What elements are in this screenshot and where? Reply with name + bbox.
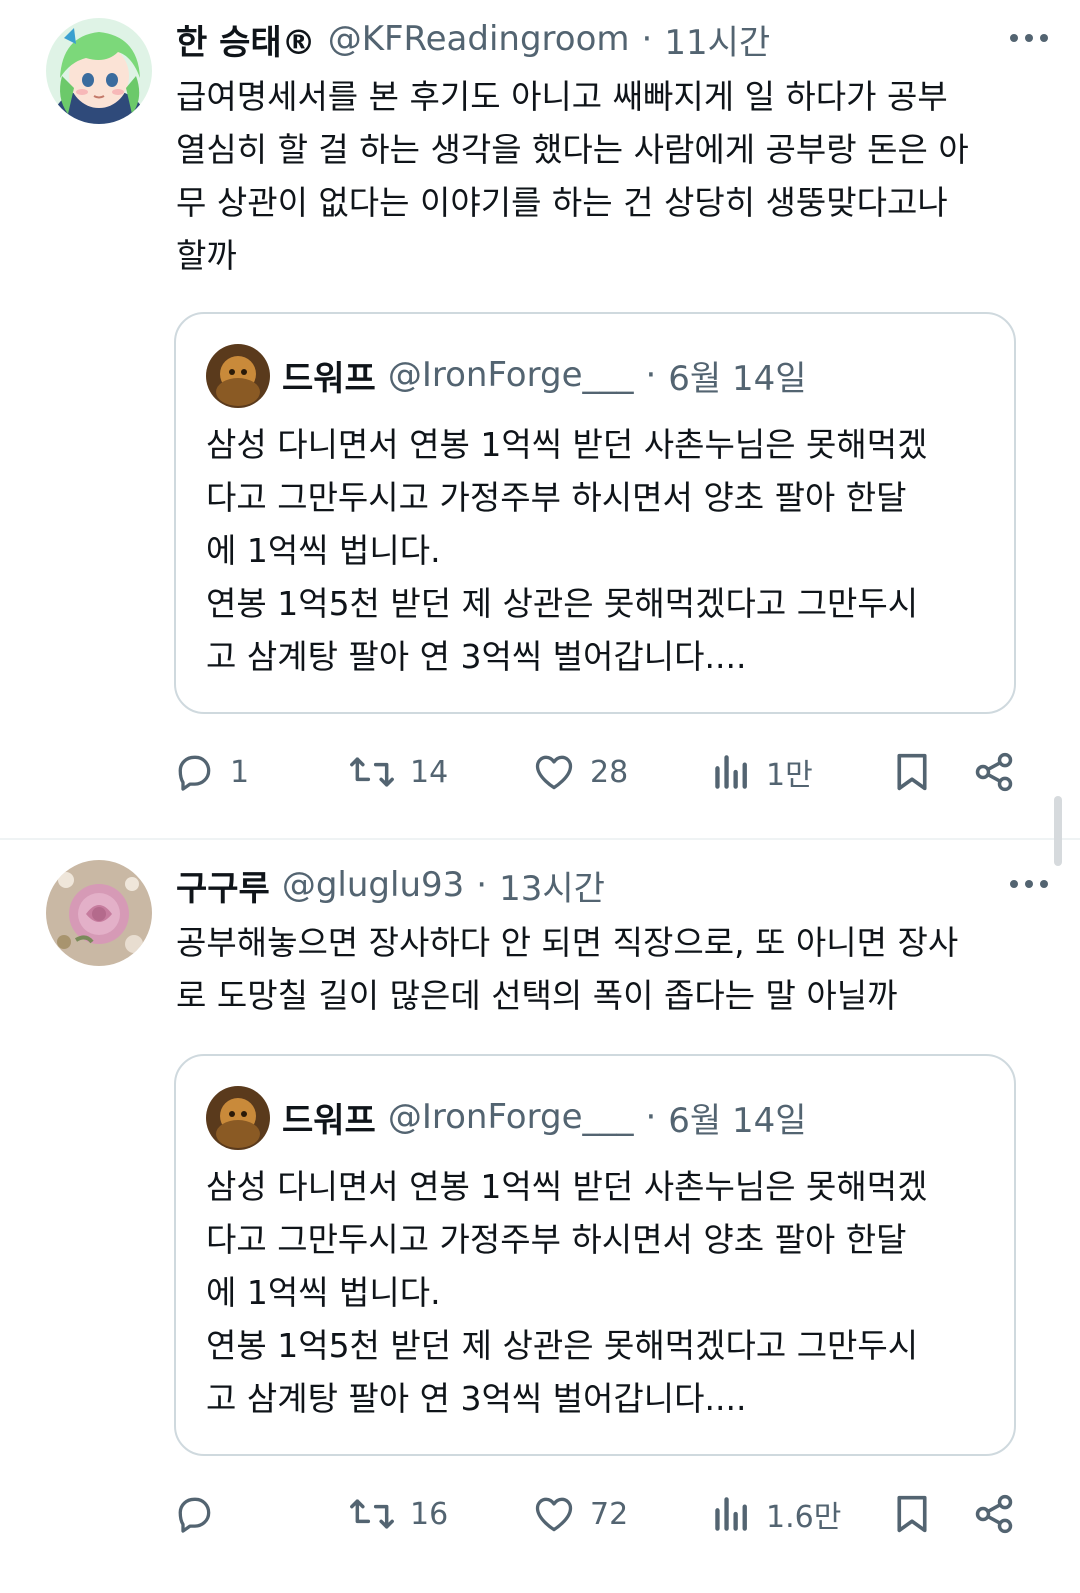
retweet-count: 16 — [410, 1496, 449, 1532]
tweet-text: 급여명세서를 본 후기도 아니고 쌔빠지게 일 하다가 공부 열심히 할 걸 하… — [176, 70, 1032, 282]
dwarf-avatar-image — [206, 1086, 270, 1150]
reply-button[interactable] — [172, 1486, 216, 1542]
retweet-button[interactable]: 14 — [348, 744, 448, 800]
retweet-button[interactable]: 16 — [348, 1486, 448, 1542]
quoted-text-line: 연봉 1억5천 받던 제 상관은 못해먹겠다고 그만두시 — [206, 1326, 919, 1365]
quoted-tweet[interactable]: 드워프 @IronForge___ · 6월 14일 삼성 다니면서 연봉 1억… — [174, 1054, 1016, 1456]
views-count: 1.6만 — [766, 1500, 842, 1535]
quoted-text: 삼성 다니면서 연봉 1억씩 받던 사촌누님은 못해먹겠 다고 그만두시고 가정… — [206, 1160, 996, 1425]
action-bar: 1 14 28 1만 — [172, 744, 1032, 800]
quoted-header: 드워프 @IronForge___ · 6월 14일 — [282, 350, 807, 400]
rose-avatar-image — [46, 860, 152, 966]
timestamp[interactable]: 13시간 — [499, 861, 605, 910]
quoted-date: 6월 14일 — [668, 1100, 807, 1141]
share-icon — [975, 752, 1013, 792]
author-handle[interactable]: @KFReadingroom — [328, 19, 630, 59]
retweet-icon — [350, 757, 394, 787]
tweet-divider — [0, 838, 1080, 840]
views-count: 1만 — [766, 758, 813, 793]
more-icon[interactable] — [1004, 18, 1054, 58]
tweet[interactable]: 한 승태® @KFReadingroom · 11시간 급여명세서를 본 후기도… — [0, 0, 1080, 838]
bookmark-icon — [897, 753, 927, 791]
heart-icon — [535, 1497, 573, 1532]
tweet-text: 공부해놓으면 장사하다 안 되면 직장으로, 또 아니면 장사 로 도망칠 길이… — [176, 916, 1032, 1022]
action-bar: 16 72 1.6만 — [172, 1486, 1032, 1542]
quoted-text-line: 삼성 다니면서 연봉 1억씩 받던 사촌누님은 못해먹겠 — [206, 425, 928, 464]
quoted-text-line: 고 삼계탕 팔아 연 3억씩 벌어갑니다.... — [206, 637, 747, 676]
quoted-author-handle: @IronForge___ — [387, 1097, 634, 1137]
quoted-text-line: 에 1억씩 법니다. — [206, 1273, 441, 1312]
quoted-text-line: 연봉 1억5천 받던 제 상관은 못해먹겠다고 그만두시 — [206, 584, 919, 623]
share-button[interactable] — [972, 744, 1016, 800]
reply-count: 1 — [230, 754, 250, 790]
quoted-text-line: 다고 그만두시고 가정주부 하시면서 양초 팔아 한달 — [206, 1220, 907, 1259]
tweet-header: 구구루 @gluglu93 · 13시간 — [176, 860, 1020, 910]
tweet[interactable]: 구구루 @gluglu93 · 13시간 공부해놓으면 장사하다 안 되면 직장… — [0, 842, 1080, 1593]
quoted-avatar — [206, 344, 270, 408]
quoted-author-name: 드워프 — [282, 358, 376, 399]
quoted-text: 삼성 다니면서 연봉 1억씩 받던 사촌누님은 못해먹겠 다고 그만두시고 가정… — [206, 418, 996, 683]
reply-icon — [178, 1497, 211, 1533]
author-handle[interactable]: @gluglu93 — [282, 865, 464, 905]
quoted-text-line: 고 삼계탕 팔아 연 3억씩 벌어갑니다.... — [206, 1379, 747, 1418]
quoted-author-handle: @IronForge___ — [387, 355, 634, 395]
more-icon[interactable] — [1004, 864, 1054, 904]
quoted-date: 6월 14일 — [668, 358, 807, 399]
separator-dot: · — [641, 19, 653, 59]
views-icon — [715, 1497, 747, 1531]
tweet-text-line: 열심히 할 걸 하는 생각을 했다는 사람에게 공부랑 돈은 아 — [176, 130, 969, 169]
views-button[interactable]: 1.6만 — [712, 1486, 841, 1542]
retweet-count: 14 — [410, 754, 449, 790]
views-button[interactable]: 1만 — [712, 744, 813, 800]
share-button[interactable] — [972, 1486, 1016, 1542]
tweet-text-line: 무 상관이 없다는 이야기를 하는 건 상당히 생뚱맞다고나 — [176, 183, 948, 222]
author-name[interactable]: 한 승태® — [176, 15, 316, 64]
views-icon — [715, 755, 747, 789]
reply-button[interactable]: 1 — [172, 744, 249, 800]
like-button[interactable]: 72 — [532, 1486, 628, 1542]
tweet-text-line: 공부해놓으면 장사하다 안 되면 직장으로, 또 아니면 장사 — [176, 923, 959, 962]
quoted-avatar — [206, 1086, 270, 1150]
quoted-text-line: 다고 그만두시고 가정주부 하시면서 양초 팔아 한달 — [206, 478, 907, 517]
share-icon — [975, 1494, 1013, 1534]
tweet-header: 한 승태® @KFReadingroom · 11시간 — [176, 14, 1020, 64]
quoted-header: 드워프 @IronForge___ · 6월 14일 — [282, 1092, 807, 1142]
heart-icon — [535, 755, 573, 790]
like-button[interactable]: 28 — [532, 744, 628, 800]
like-count: 28 — [590, 754, 629, 790]
timestamp[interactable]: 11시간 — [664, 15, 770, 64]
avatar[interactable] — [46, 18, 152, 124]
retweet-icon — [350, 1499, 394, 1529]
quoted-author-name: 드워프 — [282, 1100, 376, 1141]
tweet-text-line: 로 도망칠 길이 많은데 선택의 폭이 좁다는 말 아닐까 — [176, 976, 898, 1015]
separator-dot: · — [476, 865, 488, 905]
anime-avatar-image — [46, 18, 152, 124]
quoted-tweet[interactable]: 드워프 @IronForge___ · 6월 14일 삼성 다니면서 연봉 1억… — [174, 312, 1016, 714]
bookmark-button[interactable] — [892, 744, 932, 800]
quoted-text-line: 삼성 다니면서 연봉 1억씩 받던 사촌누님은 못해먹겠 — [206, 1167, 928, 1206]
bookmark-icon — [897, 1495, 927, 1533]
reply-icon — [178, 755, 211, 791]
quoted-text-line: 에 1억씩 법니다. — [206, 531, 441, 570]
bookmark-button[interactable] — [892, 1486, 932, 1542]
like-count: 72 — [590, 1496, 629, 1532]
tweet-text-line: 급여명세서를 본 후기도 아니고 쌔빠지게 일 하다가 공부 — [176, 77, 948, 116]
tweet-text-line: 할까 — [176, 236, 237, 275]
author-name[interactable]: 구구루 — [176, 861, 270, 910]
separator-dot: · — [645, 355, 657, 395]
separator-dot: · — [645, 1097, 657, 1137]
avatar[interactable] — [46, 860, 152, 966]
dwarf-avatar-image — [206, 344, 270, 408]
